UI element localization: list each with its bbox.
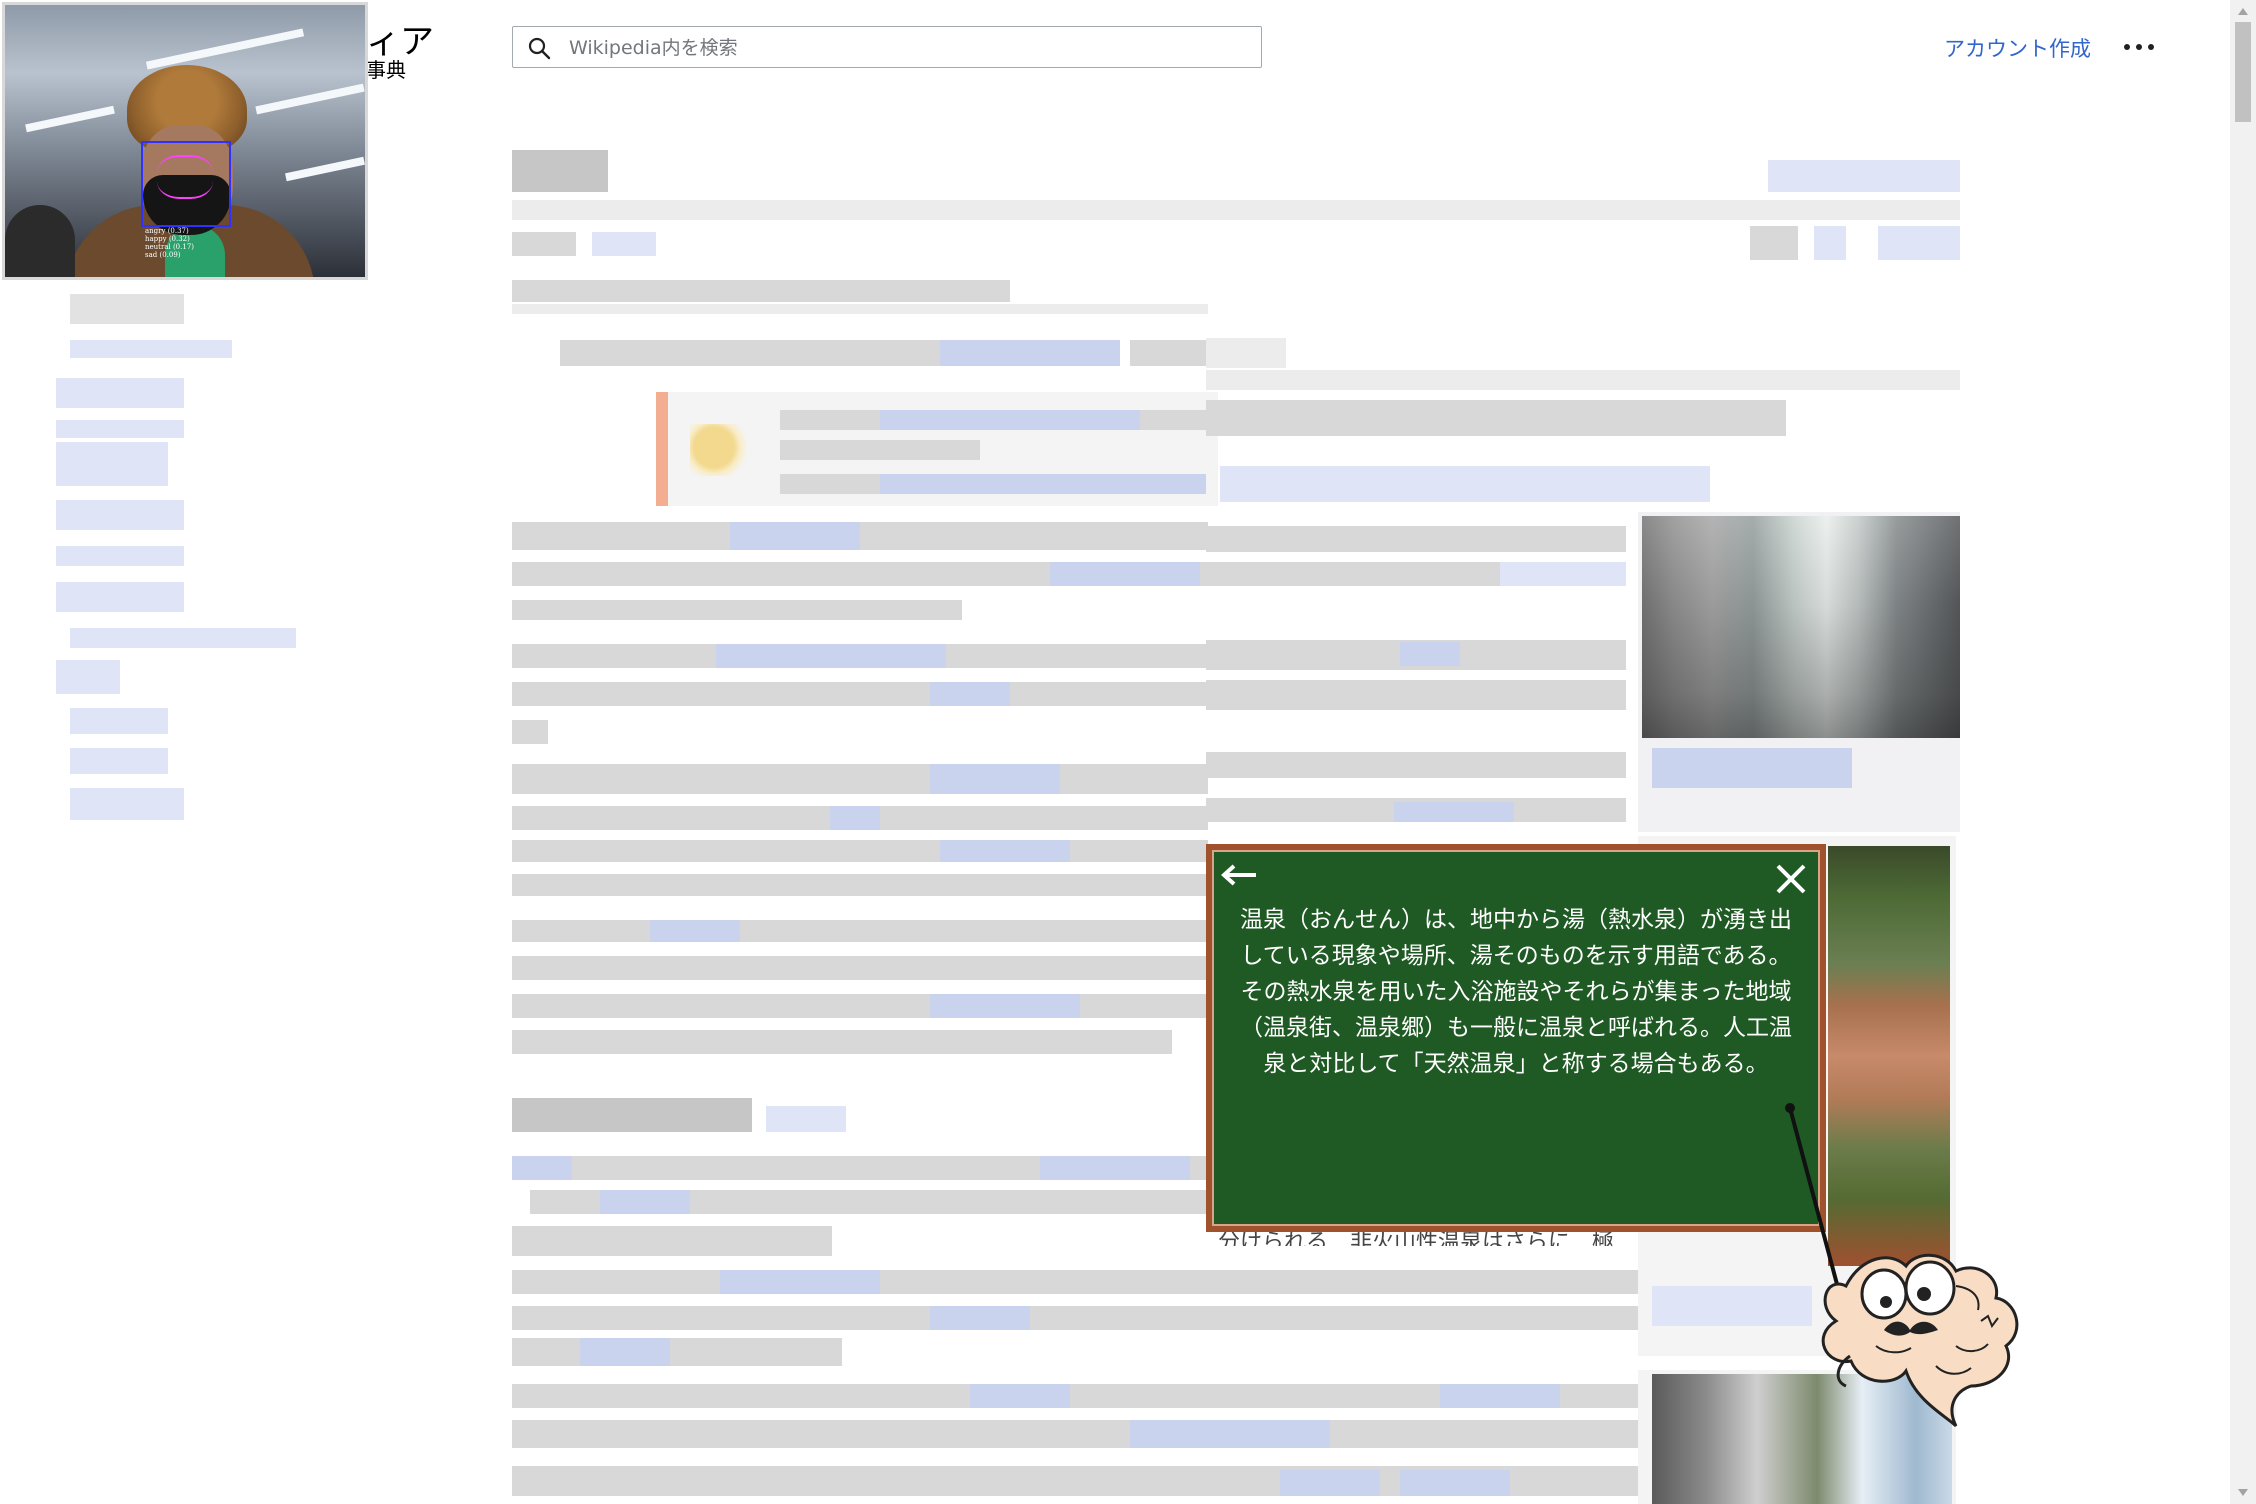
article-image[interactable] <box>1642 516 1960 738</box>
create-account-link[interactable]: アカウント作成 <box>1944 33 2091 63</box>
sidebar-item[interactable] <box>70 748 168 774</box>
vertical-scrollbar[interactable] <box>2230 0 2256 1504</box>
sidebar-item[interactable] <box>56 582 184 612</box>
scroll-up-icon[interactable] <box>2238 8 2248 15</box>
explanation-popup: 温泉（おんせん）は、地中から湯（熱水泉）が湧き出している現象や場所、湯そのものを… <box>1206 844 1826 1232</box>
more-icon[interactable] <box>2122 34 2156 58</box>
emotion-score: neutral (0.17) <box>145 243 195 251</box>
search-input[interactable] <box>567 32 1251 64</box>
popup-explanation-text: 温泉（おんせん）は、地中から湯（熱水泉）が湧き出している現象や場所、湯そのものを… <box>1240 907 1792 1077</box>
scrollbar-thumb[interactable] <box>2235 22 2251 122</box>
sidebar-item[interactable] <box>56 546 184 566</box>
sidebar-item[interactable] <box>56 500 184 530</box>
scroll-down-icon[interactable] <box>2238 1489 2248 1496</box>
back-arrow-icon[interactable] <box>1220 860 1260 890</box>
sidebar-item[interactable] <box>70 340 232 358</box>
emotion-score: sad (0.09) <box>145 251 181 259</box>
sidebar-item[interactable] <box>56 378 184 408</box>
sidebar-item[interactable] <box>56 420 184 438</box>
search-icon <box>528 37 551 60</box>
sidebar-item[interactable] <box>70 628 296 648</box>
emotion-score: happy (0.32) <box>145 235 190 243</box>
sidebar-item[interactable] <box>70 788 184 820</box>
sidebar-item[interactable] <box>70 708 168 734</box>
search-box[interactable] <box>512 26 1262 68</box>
emotion-score: angry (0.37) <box>145 227 189 235</box>
face-landmarks <box>157 155 213 199</box>
emotion-scores: angry (0.37) happy (0.32) neutral (0.17)… <box>145 227 194 259</box>
sidebar-item[interactable] <box>56 442 168 486</box>
sidebar-item[interactable] <box>56 660 120 694</box>
webcam-preview: angry (0.37) happy (0.32) neutral (0.17)… <box>2 2 368 280</box>
mascot-brain-icon[interactable] <box>1806 1226 2036 1436</box>
article-image[interactable] <box>1828 846 1950 1266</box>
site-logo-subtitle: 事典 <box>366 58 406 82</box>
sidebar-item[interactable] <box>70 294 184 324</box>
close-icon[interactable] <box>1774 862 1808 896</box>
